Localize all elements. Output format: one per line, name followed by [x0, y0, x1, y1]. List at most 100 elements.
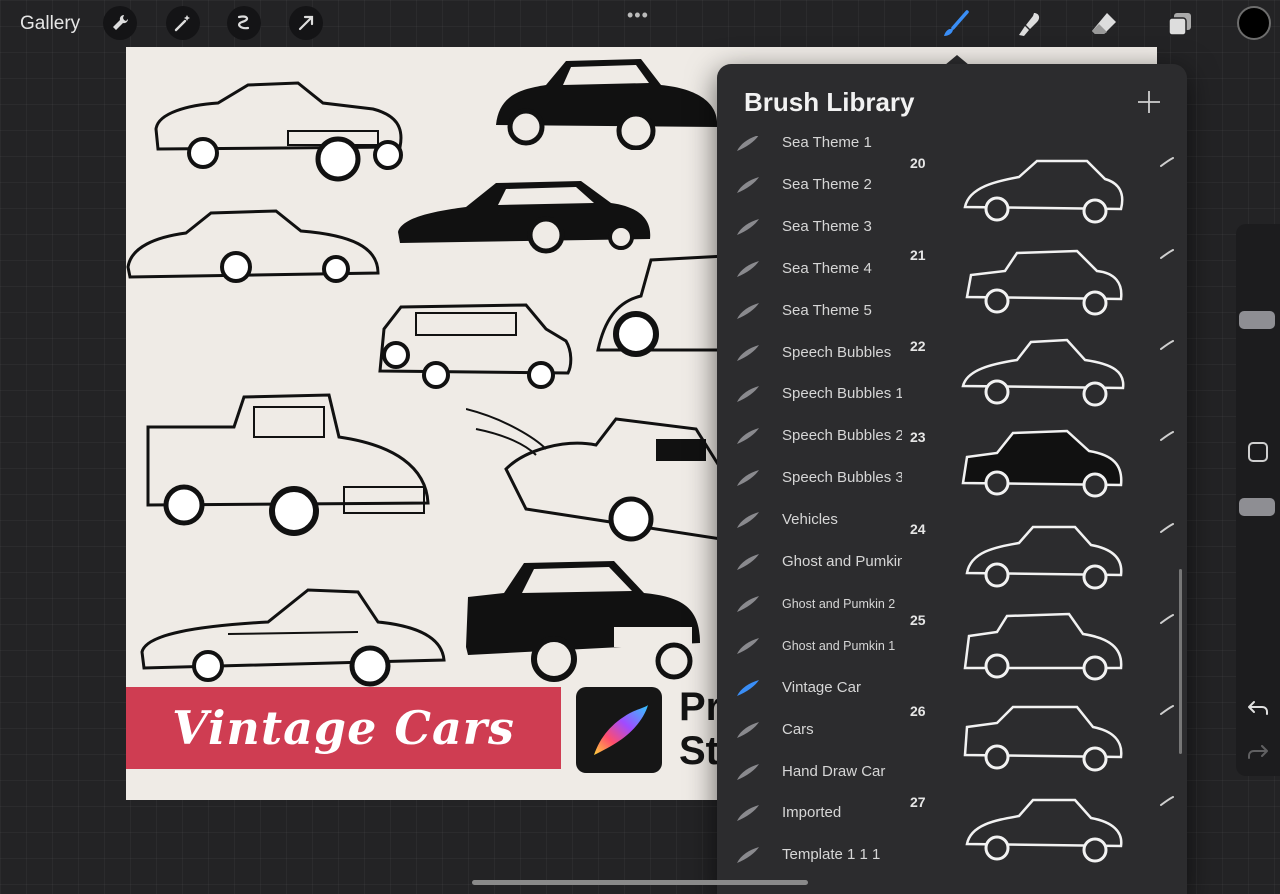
brush-stroke-icon: [1160, 157, 1174, 168]
brush-number: 21: [910, 246, 926, 263]
brush-library-title: Brush Library: [744, 87, 915, 117]
brush-number: 25: [910, 611, 926, 628]
car-illustration: [146, 393, 430, 536]
color-picker-button[interactable]: [1237, 6, 1271, 40]
brush-item[interactable]: 25: [902, 604, 1187, 695]
brush-set-label: Sea Theme 4: [782, 259, 872, 277]
brush-size-slider[interactable]: [1239, 311, 1275, 329]
brush-item[interactable]: 27: [902, 786, 1187, 877]
brush-set-icon: [737, 512, 759, 529]
brush-set-label: Sea Theme 1: [782, 136, 872, 151]
brush-set-icon: [737, 554, 759, 570]
car-illustration: [126, 209, 380, 283]
promo-text: Pr St: [679, 685, 721, 773]
brush-set-list[interactable]: Sea Theme 1 Sea Theme 2 Sea Theme 3 Sea The…: [717, 136, 902, 894]
car-illustration: [140, 588, 446, 687]
home-indicator: [472, 880, 808, 885]
brush-set-item[interactable]: Imported: [717, 792, 902, 834]
brush-number: 27: [910, 794, 926, 811]
brush-set-item[interactable]: Ghost and Pumkin 1: [717, 625, 902, 667]
brush-set-icon: [737, 470, 759, 487]
magic-wand-icon[interactable]: [166, 6, 200, 40]
brush-set-icon: [737, 763, 759, 780]
brush-set-item[interactable]: Ghost and Pumkin 2: [717, 583, 902, 625]
brush-stroke-icon: [1160, 339, 1174, 350]
brush-set-item[interactable]: Sea Theme 4: [717, 248, 902, 290]
brush-item[interactable]: 23: [902, 421, 1187, 512]
brush-icon[interactable]: [940, 8, 972, 40]
brush-number: 20: [910, 155, 926, 172]
gallery-button[interactable]: Gallery: [20, 13, 80, 35]
brush-set-label: Vintage Car: [782, 678, 861, 696]
brush-set-icon: [737, 344, 759, 361]
brush-set-item[interactable]: Vintage Car: [717, 667, 902, 709]
brush-set-icon: [737, 386, 759, 403]
brush-set-item[interactable]: Ghost and Pumkin: [717, 541, 902, 583]
brush-stroke-icon: [1160, 613, 1174, 624]
redo-arrow-icon[interactable]: [1246, 740, 1270, 764]
brush-set-item[interactable]: Speech Bubbles 2: [717, 415, 902, 457]
brush-set-label: Ghost and Pumkin 2: [782, 596, 896, 611]
brush-stroke-preview: [961, 338, 1125, 407]
brush-set-label: Imported: [782, 804, 842, 822]
brush-list[interactable]: 20 21 22 23 24 25 26 27: [902, 136, 1187, 894]
brush-set-item[interactable]: Speech Bubbles 3: [717, 457, 902, 499]
brush-set-item[interactable]: Cars: [717, 709, 902, 751]
brush-set-label: Ghost and Pumkin 1: [782, 638, 896, 653]
brush-list-scrollbar[interactable]: [1179, 569, 1182, 754]
brush-number: 22: [910, 337, 926, 354]
brush-set-item[interactable]: Sea Theme 1: [717, 136, 902, 164]
car-illustration: [398, 181, 651, 254]
brush-stroke-preview: [963, 160, 1124, 224]
brush-set-item[interactable]: Speech Bubbles 1: [717, 373, 902, 415]
brush-set-icon: [737, 847, 759, 864]
smudge-icon[interactable]: [1014, 8, 1046, 40]
promo-line-1: Pr: [679, 685, 722, 729]
brush-set-icon: [737, 176, 759, 193]
brush-set-item[interactable]: Sea Theme 3: [717, 206, 902, 248]
brush-stroke-preview: [963, 705, 1123, 772]
brush-stroke-preview: [965, 799, 1123, 863]
undo-arrow-icon[interactable]: [1246, 696, 1270, 720]
brush-item[interactable]: 24: [902, 513, 1187, 604]
opacity-slider[interactable]: [1239, 498, 1275, 516]
brush-item[interactable]: [902, 136, 1187, 147]
menu-dots-icon[interactable]: •••: [627, 5, 649, 26]
eraser-icon[interactable]: [1088, 8, 1120, 40]
transform-arrow-icon[interactable]: [289, 6, 323, 40]
brush-set-item[interactable]: Vehicles: [717, 499, 902, 541]
brush-set-label: Sea Theme 5: [782, 301, 872, 319]
banner-title: Vintage Cars: [172, 701, 515, 755]
brush-set-label: Template 1 1 1: [782, 846, 881, 864]
brush-set-item[interactable]: Template 1 1 1: [717, 834, 902, 876]
brush-set-label: Speech Bubbles 1: [782, 385, 902, 403]
modify-button[interactable]: [1248, 442, 1268, 462]
brush-set-label: Sea Theme 2: [782, 175, 872, 193]
brush-set-item[interactable]: Sea Theme 2: [717, 164, 902, 206]
brush-item[interactable]: 21: [902, 239, 1187, 330]
brush-set-item[interactable]: Hand Draw Car: [717, 751, 902, 793]
brush-set-item[interactable]: Speech Bubbles: [717, 332, 902, 374]
selection-icon[interactable]: [227, 6, 261, 40]
brush-set-label: Speech Bubbles 3: [782, 469, 902, 487]
brush-set-label: Speech Bubbles 2: [782, 427, 902, 445]
brush-set-icon: [737, 260, 759, 277]
procreate-logo-icon: [576, 687, 662, 773]
brush-stroke-preview: [965, 525, 1123, 589]
brush-library-panel: Brush Library Sea Theme 1 Sea Theme 2 Sea …: [717, 64, 1187, 894]
brush-number: 23: [910, 429, 926, 446]
brush-item[interactable]: 20: [902, 147, 1187, 238]
brush-item[interactable]: 22: [902, 330, 1187, 421]
layers-icon[interactable]: [1164, 8, 1196, 40]
brush-set-icon: [737, 721, 759, 738]
top-toolbar: Gallery •••: [0, 0, 1280, 48]
wrench-icon[interactable]: [103, 6, 137, 40]
brush-item[interactable]: 26: [902, 695, 1187, 786]
brush-set-icon: [737, 637, 759, 654]
brush-set-icon: [737, 428, 759, 445]
car-illustration: [154, 81, 403, 182]
car-illustration: [466, 408, 723, 542]
brush-stroke-icon: [1160, 796, 1174, 807]
plus-icon[interactable]: [1135, 88, 1163, 116]
brush-set-item[interactable]: Sea Theme 5: [717, 290, 902, 332]
